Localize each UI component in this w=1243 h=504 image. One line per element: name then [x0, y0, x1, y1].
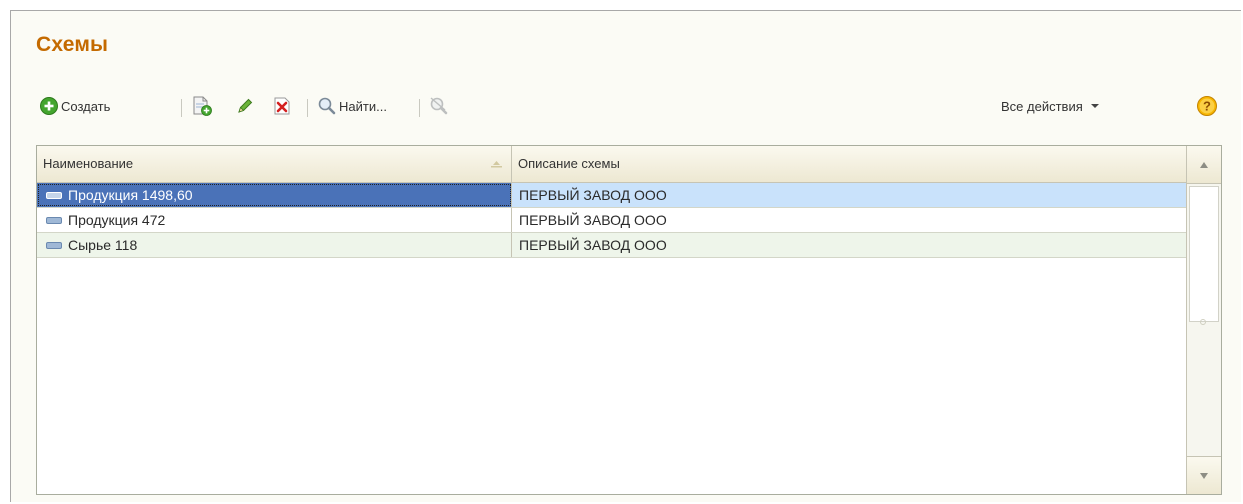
cell-description-text: ПЕРВЫЙ ЗАВОД ООО: [519, 237, 667, 253]
triangle-down-icon: [1090, 104, 1099, 108]
toolbar-separator: [419, 99, 420, 117]
scrollbar-grip: [1200, 319, 1206, 325]
scroll-down-button[interactable]: [1187, 456, 1221, 494]
vertical-scrollbar[interactable]: [1186, 146, 1221, 494]
delete-icon: [274, 97, 290, 115]
cell-name[interactable]: Сырье 118: [37, 233, 512, 257]
magnifier-icon: [318, 97, 336, 115]
cell-name-text: Сырье 118: [68, 237, 138, 253]
schemes-table: Наименование Описание схемы Продукция 14…: [36, 145, 1222, 495]
schemes-window: Схемы Создать Найти... Все действия ? На…: [10, 10, 1241, 502]
table-row[interactable]: Продукция 1498,60 ПЕРВЫЙ ЗАВОД ООО: [37, 183, 1187, 208]
cell-description[interactable]: ПЕРВЫЙ ЗАВОД ООО: [512, 183, 1187, 207]
cell-description-text: ПЕРВЫЙ ЗАВОД ООО: [519, 212, 667, 228]
column-header-name[interactable]: Наименование: [37, 146, 512, 182]
copy-button[interactable]: [191, 91, 213, 121]
table-row[interactable]: Сырье 118 ПЕРВЫЙ ЗАВОД ООО: [37, 233, 1187, 258]
cell-description-text: ПЕРВЫЙ ЗАВОД ООО: [519, 187, 667, 203]
cell-name[interactable]: Продукция 472: [37, 208, 512, 232]
help-button[interactable]: ?: [1196, 91, 1218, 121]
copy-document-icon: [193, 96, 212, 116]
pencil-icon: [238, 98, 253, 113]
scroll-up-button[interactable]: [1187, 146, 1221, 184]
cell-name[interactable]: Продукция 1498,60: [37, 183, 512, 207]
find-button[interactable]: Найти...: [317, 91, 387, 121]
edit-button[interactable]: [235, 91, 255, 121]
column-header-name-label: Наименование: [43, 156, 134, 171]
all-actions-menu[interactable]: Все действия: [1001, 91, 1101, 121]
cell-name-text: Продукция 1498,60: [68, 187, 193, 203]
sort-indicator-icon: [491, 161, 502, 168]
table-header: Наименование Описание схемы: [37, 146, 1187, 183]
scrollbar-thumb[interactable]: [1189, 186, 1219, 322]
dash-item-icon: [46, 192, 62, 199]
scroll-down-icon: [1200, 472, 1208, 479]
cell-name-text: Продукция 472: [68, 212, 166, 228]
cell-description[interactable]: ПЕРВЫЙ ЗАВОД ООО: [512, 233, 1187, 257]
create-button[interactable]: Создать: [39, 91, 110, 121]
scroll-up-icon: [1200, 161, 1208, 168]
svg-text:?: ?: [1203, 99, 1211, 114]
toolbar-separator: [307, 99, 308, 117]
column-header-description-label: Описание схемы: [518, 156, 620, 171]
dash-item-icon: [46, 242, 62, 249]
find-button-label: Найти...: [339, 98, 387, 114]
add-circle-icon: [40, 97, 58, 115]
delete-button[interactable]: [272, 91, 292, 121]
dash-item-icon: [46, 217, 62, 224]
toolbar-separator: [181, 99, 182, 117]
column-header-description[interactable]: Описание схемы: [512, 146, 1187, 182]
help-icon: ?: [1197, 96, 1217, 116]
create-button-label: Создать: [61, 98, 111, 114]
page-title: Схемы: [36, 33, 109, 56]
table-row[interactable]: Продукция 472 ПЕРВЫЙ ЗАВОД ООО: [37, 208, 1187, 233]
cancel-search-button[interactable]: [428, 91, 450, 121]
cell-description[interactable]: ПЕРВЫЙ ЗАВОД ООО: [512, 208, 1187, 232]
command-bar: Создать Найти... Все действия ?: [39, 91, 1239, 121]
cancel-search-icon: [430, 97, 448, 115]
all-actions-label: Все действия: [1001, 98, 1083, 114]
